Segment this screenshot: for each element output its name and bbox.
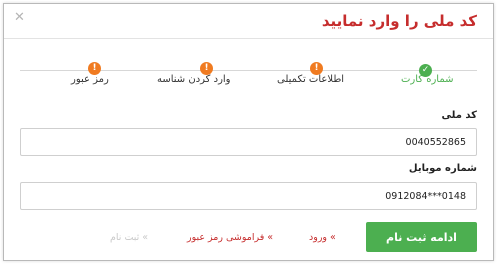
national-code-input[interactable] bbox=[20, 128, 477, 156]
login-link[interactable]: » ورود bbox=[309, 232, 336, 243]
continue-registration-button[interactable]: ادامه ثبت نام bbox=[366, 222, 477, 252]
registration-dialog: کد ملی را وارد نمایید ✕ ✓ شماره کارت ! ا… bbox=[3, 3, 494, 261]
mobile-number-input[interactable] bbox=[20, 182, 477, 210]
register-link[interactable]: » ثبت نام bbox=[110, 232, 148, 243]
step-enter-id: وارد کردن شناسه bbox=[157, 74, 231, 85]
forgot-password-link[interactable]: » فراموشی رمز عبور bbox=[187, 232, 273, 243]
step-additional-info: اطلاعات تکمیلی bbox=[277, 74, 345, 85]
step-card-number: شماره کارت bbox=[401, 74, 454, 85]
close-icon[interactable]: ✕ bbox=[14, 10, 25, 25]
dialog-header: کد ملی را وارد نمایید ✕ bbox=[4, 4, 493, 39]
national-code-label: کد ملی bbox=[441, 110, 477, 121]
step-password: رمز عبور bbox=[71, 74, 109, 85]
mobile-number-label: شماره موبایل bbox=[408, 163, 477, 174]
dialog-title: کد ملی را وارد نمایید bbox=[321, 12, 477, 30]
